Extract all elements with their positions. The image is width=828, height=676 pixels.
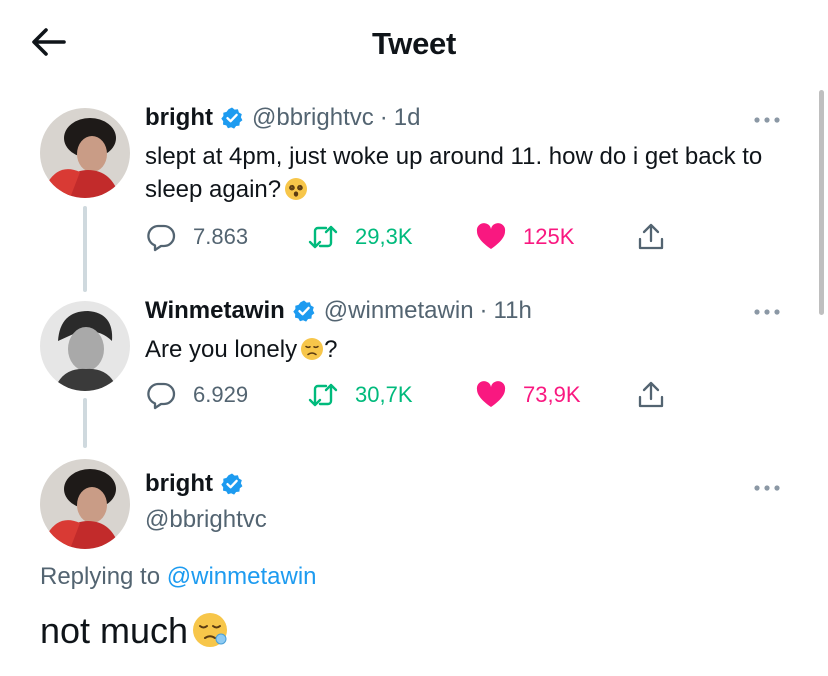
- verified-badge-icon: [220, 106, 244, 130]
- handle[interactable]: @bbrightvc: [145, 506, 267, 534]
- retweet-count: 30,7K: [355, 382, 413, 407]
- timestamp[interactable]: 1d: [394, 104, 421, 132]
- thread-line: [83, 206, 87, 292]
- tweet-text-content: slept at 4pm, just woke up around 11. ho…: [145, 143, 763, 203]
- tweet-actions: 6.929 30,7K 73,9K: [145, 378, 705, 412]
- thread-line: [83, 398, 87, 448]
- display-name[interactable]: bright: [145, 470, 213, 498]
- retweet-icon: [308, 225, 338, 249]
- reply-count: 7.863: [193, 224, 249, 249]
- verified-badge-icon: [292, 299, 316, 323]
- reply-icon: [147, 224, 176, 252]
- retweet-button[interactable]: 30,7K: [307, 378, 413, 412]
- handle[interactable]: @winmetawin: [324, 297, 474, 325]
- sleepy-face-emoji-icon: [191, 611, 229, 649]
- replying-to-label: Replying to: [40, 563, 161, 590]
- tweet-text: slept at 4pm, just woke up around 11. ho…: [145, 140, 795, 206]
- avatar[interactable]: [40, 108, 130, 198]
- reply-icon: [147, 382, 176, 410]
- tweet-text-content: Are you lonely: [145, 336, 298, 363]
- verified-badge-icon: [220, 472, 244, 496]
- tweet-header: bright @bbrightvc · 1d: [145, 104, 420, 132]
- tweet-text: Are you lonely?: [145, 333, 795, 366]
- avatar[interactable]: [40, 459, 130, 549]
- disappointed-face-emoji-icon: [300, 337, 324, 361]
- timestamp[interactable]: 11h: [494, 297, 532, 325]
- mention-link[interactable]: @winmetawin: [167, 563, 317, 590]
- heart-icon: [476, 381, 506, 407]
- replying-to: Replying to @winmetawin: [40, 563, 317, 591]
- share-button[interactable]: [635, 378, 667, 412]
- top-bar: Tweet: [0, 0, 828, 86]
- display-name[interactable]: bright: [145, 104, 213, 132]
- scrollbar[interactable]: [819, 90, 824, 315]
- display-name[interactable]: Winmetawin: [145, 297, 285, 325]
- retweet-icon: [308, 383, 338, 407]
- more-options-icon[interactable]: [750, 478, 784, 498]
- share-icon: [638, 381, 664, 408]
- heart-icon: [476, 223, 506, 249]
- dizzy-eyes-emoji-icon: [284, 177, 308, 201]
- more-options-icon[interactable]: [750, 302, 784, 322]
- tweet-header: Winmetawin @winmetawin · 11h: [145, 297, 532, 325]
- separator-dot: ·: [379, 104, 388, 131]
- main-tweet-text-content: not much: [40, 610, 189, 651]
- tweet-text-suffix: ?: [324, 336, 338, 363]
- main-tweet-text: not much: [40, 610, 229, 652]
- handle[interactable]: @bbrightvc: [252, 104, 374, 132]
- like-button[interactable]: 73,9K: [475, 378, 581, 412]
- share-icon: [638, 223, 664, 250]
- avatar[interactable]: [40, 301, 130, 391]
- more-options-icon[interactable]: [750, 110, 784, 130]
- retweet-count: 29,3K: [355, 224, 413, 249]
- tweet-actions: 7.863 29,3K 125K: [145, 220, 705, 254]
- retweet-button[interactable]: 29,3K: [307, 220, 413, 254]
- like-count: 125K: [523, 224, 575, 249]
- share-button[interactable]: [635, 220, 667, 254]
- main-tweet-author: bright: [145, 470, 252, 498]
- reply-button[interactable]: 6.929: [145, 378, 248, 412]
- reply-button[interactable]: 7.863: [145, 220, 248, 254]
- like-count: 73,9K: [523, 382, 581, 407]
- page-title: Tweet: [371, 26, 457, 61]
- separator-dot: ·: [479, 297, 488, 324]
- reply-count: 6.929: [193, 382, 249, 407]
- like-button[interactable]: 125K: [475, 220, 574, 254]
